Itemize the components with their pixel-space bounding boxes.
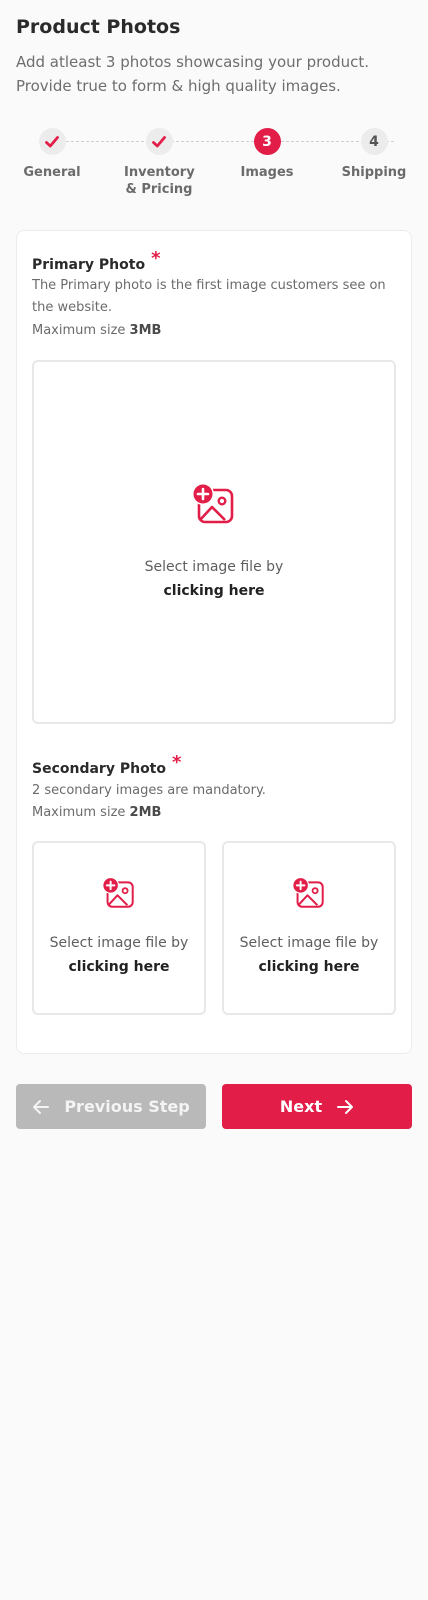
required-asterisk: * <box>151 248 161 269</box>
dropzone-text: Select image file by clicking here <box>145 555 284 603</box>
upload-link[interactable]: clicking here <box>240 955 379 979</box>
secondary-photo-description: 2 secondary images are mandatory. <box>32 783 266 798</box>
upload-link[interactable]: clicking here <box>50 955 189 979</box>
step-images[interactable]: 3 Images <box>212 128 322 181</box>
previous-step-label: Previous Step <box>64 1097 190 1116</box>
upload-hint: Select image file by <box>239 935 379 951</box>
step-label: General <box>23 165 81 180</box>
step-number-marker: 3 <box>253 128 281 155</box>
primary-photo-title: Primary Photo * <box>32 248 160 274</box>
step-label: Images <box>240 165 294 180</box>
arrow-right-icon <box>337 1099 354 1114</box>
page-subtitle: Add atleast 3 photos showcasing your pro… <box>16 53 370 95</box>
secondary-photo-dropzone-1[interactable]: Select image file by clicking here <box>32 841 206 1015</box>
progress-stepper: General Inventory & Pricing 3 Images 4 S… <box>0 128 428 208</box>
secondary-photo-label: Secondary Photo <box>32 761 166 777</box>
max-size-label: Maximum size <box>32 805 126 820</box>
step-label: Inventory & Pricing <box>124 165 195 197</box>
step-general[interactable]: General <box>0 128 107 181</box>
step-inventory-pricing[interactable]: Inventory & Pricing <box>104 128 214 198</box>
primary-photo-label: Primary Photo <box>32 257 146 273</box>
step-number-marker: 4 <box>360 128 388 155</box>
step-done-marker <box>38 128 66 155</box>
previous-step-button[interactable]: Previous Step <box>16 1084 206 1129</box>
max-size-value: 3MB <box>129 323 162 338</box>
image-add-icon <box>292 877 324 908</box>
primary-photo-dropzone[interactable]: Select image file by clicking here <box>32 360 396 724</box>
primary-photo-description: The Primary photo is the first image cus… <box>32 278 386 315</box>
step-done-marker <box>145 128 173 155</box>
upload-link[interactable]: clicking here <box>145 579 284 603</box>
secondary-photo-dropzone-2[interactable]: Select image file by clicking here <box>222 841 396 1015</box>
dropzone-text: Select image file by clicking here <box>240 931 379 979</box>
upload-hint: Select image file by <box>49 935 189 951</box>
secondary-photo-title: Secondary Photo * <box>32 752 181 778</box>
primary-max-size: Maximum size 3MB <box>32 323 161 338</box>
next-label: Next <box>279 1097 323 1116</box>
photos-card: Primary Photo * The Primary photo is the … <box>16 230 412 1054</box>
check-icon <box>152 135 166 147</box>
dropzone-text: Select image file by clicking here <box>50 931 189 979</box>
page-title: Product Photos <box>16 16 181 38</box>
image-add-icon <box>192 483 234 524</box>
step-shipping[interactable]: 4 Shipping <box>319 128 428 181</box>
arrow-left-icon <box>33 1099 50 1114</box>
step-label: Shipping <box>341 165 407 180</box>
product-photos-page: Product Photos Add atleast 3 photos show… <box>0 0 428 1600</box>
next-button[interactable]: Next <box>222 1084 412 1129</box>
max-size-label: Maximum size <box>32 323 126 338</box>
secondary-max-size: Maximum size 2MB <box>32 805 161 820</box>
image-add-icon <box>102 877 134 908</box>
max-size-value: 2MB <box>129 805 162 820</box>
upload-hint: Select image file by <box>144 559 284 575</box>
required-asterisk: * <box>172 752 182 773</box>
check-icon <box>45 135 59 147</box>
